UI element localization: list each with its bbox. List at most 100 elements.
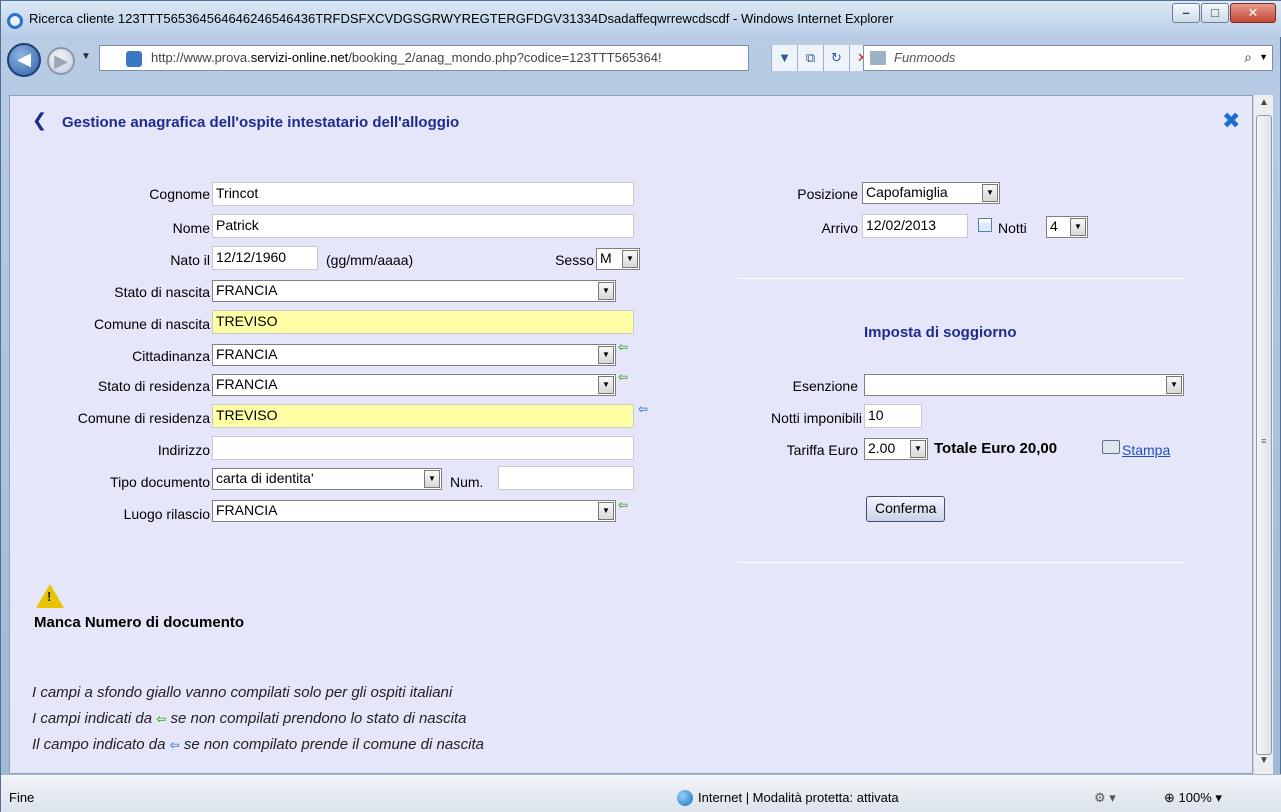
forward-button[interactable]: ▶ xyxy=(47,47,75,75)
close-button[interactable]: ✕ xyxy=(1230,3,1276,23)
status-bar: Fine Internet | Modalità protetta: attiv… xyxy=(1,774,1281,812)
cognome-label: Cognome xyxy=(149,186,210,202)
divider xyxy=(738,278,1186,279)
note-green-suffix: se non compilati prendono lo stato di na… xyxy=(170,710,467,727)
conferma-button[interactable]: Conferma xyxy=(866,496,946,522)
nato-il-label: Nato il xyxy=(170,252,210,268)
ie-logo-icon xyxy=(7,13,23,29)
zoom-value: 100% xyxy=(1178,790,1212,805)
blue-arrow-icon: ⇦ xyxy=(638,402,649,416)
chevron-down-icon: ▼ xyxy=(424,470,440,488)
vertical-scrollbar[interactable]: ▲ ≡ ▼ xyxy=(1253,95,1273,774)
date-format-hint: (gg/mm/aaaa) xyxy=(326,252,414,268)
stato-residenza-label: Stato di residenza xyxy=(97,378,210,394)
chevron-down-icon: ▼ xyxy=(982,184,998,202)
tipo-documento-value: carta di identita' xyxy=(216,470,314,486)
stato-nascita-select[interactable]: FRANCIA ▼ xyxy=(212,280,616,302)
scroll-up-icon[interactable]: ▲ xyxy=(1254,97,1274,115)
protected-mode-icon[interactable]: ⚙ ▾ xyxy=(1094,790,1116,806)
title-bar: Ricerca cliente 123TTT565364564646246546… xyxy=(1,1,1281,37)
search-box[interactable]: Funmoods ⌕ ▼ xyxy=(863,45,1273,71)
internet-globe-icon xyxy=(677,790,693,806)
stato-residenza-value: FRANCIA xyxy=(216,376,278,392)
tariffa-label: Tariffa Euro xyxy=(786,442,858,458)
nato-il-input[interactable]: 12/12/1960 xyxy=(212,246,318,270)
security-zone[interactable]: Internet | Modalità protetta: attivata xyxy=(698,790,899,805)
arrivo-input[interactable]: 12/02/2013 xyxy=(862,214,968,238)
maximize-button[interactable]: □ xyxy=(1201,3,1229,23)
nome-input[interactable]: Patrick xyxy=(212,214,634,238)
printer-icon[interactable] xyxy=(1102,440,1120,454)
browser-window: Ricerca cliente 123TTT565364564646246546… xyxy=(0,0,1281,812)
url-prefix: http://www.prova. xyxy=(151,50,251,65)
note-green-prefix: I campi indicati da xyxy=(32,710,153,727)
totale-text: Totale Euro 20,00 xyxy=(934,440,1058,457)
navigation-bar: ◀ ▶ ▼ http://www.prova.servizi-online.ne… xyxy=(1,37,1281,95)
calendar-icon[interactable] xyxy=(978,218,992,232)
page-content: ❮ Gestione anagrafica dell'ospite intest… xyxy=(9,95,1253,774)
compatibility-view-icon[interactable]: ⧉ xyxy=(797,45,823,71)
zoom-level[interactable]: ⊕ 100% ▾ xyxy=(1164,790,1222,806)
tariffa-select[interactable]: 2.00 ▼ xyxy=(864,438,928,460)
green-arrow-icon: ⇦ xyxy=(618,340,629,354)
note-blue-prefix: Il campo indicato da xyxy=(32,736,166,753)
comune-residenza-label: Comune di residenza xyxy=(77,410,210,426)
scroll-thumb[interactable]: ≡ xyxy=(1256,115,1272,755)
notti-select[interactable]: 4 ▼ xyxy=(1046,216,1088,238)
tipo-documento-select[interactable]: carta di identita' ▼ xyxy=(212,468,442,490)
note-yellow-fields: I campi a sfondo giallo vanno compilati … xyxy=(32,684,453,701)
back-button[interactable]: ◀ xyxy=(7,43,41,77)
divider xyxy=(738,562,1186,563)
luogo-rilascio-value: FRANCIA xyxy=(216,502,278,518)
posizione-select[interactable]: Capofamiglia ▼ xyxy=(862,182,1000,204)
stato-residenza-select[interactable]: FRANCIA ▼ xyxy=(212,374,616,396)
luogo-rilascio-label: Luogo rilascio xyxy=(123,506,210,522)
stampa-link[interactable]: Stampa xyxy=(1122,442,1170,458)
notti-imponibili-label: Notti imponibili xyxy=(770,410,862,426)
close-page-icon[interactable]: ✖ xyxy=(1222,108,1240,134)
maximize-icon: □ xyxy=(1211,5,1219,20)
posizione-value: Capofamiglia xyxy=(866,184,948,200)
back-chevron-icon[interactable]: ❮ xyxy=(32,110,47,131)
comune-nascita-input[interactable]: TREVISO xyxy=(212,310,634,334)
note-blue-suffix: se non compilato prende il comune di nas… xyxy=(183,736,485,753)
sesso-select[interactable]: M ▼ xyxy=(596,248,640,270)
notti-value: 4 xyxy=(1050,218,1058,234)
scroll-down-icon[interactable]: ▼ xyxy=(1254,755,1274,773)
warning-message: Manca Numero di documento xyxy=(34,614,245,631)
refresh-icon[interactable]: ↻ xyxy=(823,45,849,71)
page-title: Gestione anagrafica dell'ospite intestat… xyxy=(62,114,460,131)
window-title: Ricerca cliente 123TTT565364564646246546… xyxy=(29,11,894,26)
address-url[interactable]: http://www.prova.servizi-online.net/book… xyxy=(151,50,771,65)
url-domain: servizi-online.net xyxy=(250,50,349,65)
num-input[interactable] xyxy=(498,466,634,490)
warning-mark: ! xyxy=(47,589,52,604)
blue-arrow-icon: ⇦ xyxy=(169,738,180,752)
luogo-rilascio-select[interactable]: FRANCIA ▼ xyxy=(212,500,616,522)
cittadinanza-select[interactable]: FRANCIA ▼ xyxy=(212,344,616,366)
note-green-arrow: I campi indicati da ⇦ se non compilati p… xyxy=(32,710,466,727)
search-provider-icon xyxy=(870,51,886,65)
search-icon[interactable]: ⌕ xyxy=(1244,49,1252,66)
chevron-down-icon: ▼ xyxy=(910,440,926,458)
cittadinanza-value: FRANCIA xyxy=(216,346,278,362)
green-arrow-icon: ⇦ xyxy=(156,712,167,726)
esenzione-select[interactable]: ▼ xyxy=(864,374,1184,396)
indirizzo-label: Indirizzo xyxy=(157,442,210,458)
search-dropdown-icon[interactable]: ▼ xyxy=(1259,52,1268,62)
tipo-documento-label: Tipo documento xyxy=(110,474,210,490)
address-dropdown-icon[interactable]: ▼ xyxy=(771,45,797,71)
chevron-down-icon: ▼ xyxy=(598,376,614,394)
cognome-input[interactable]: Trincot xyxy=(212,182,634,206)
notti-imponibili-input[interactable]: 10 xyxy=(864,404,922,428)
indirizzo-input[interactable] xyxy=(212,436,634,460)
minimize-button[interactable]: – xyxy=(1172,3,1200,23)
green-arrow-icon: ⇦ xyxy=(618,498,629,512)
sesso-label: Sesso xyxy=(555,252,594,268)
chevron-down-icon: ▼ xyxy=(598,346,614,364)
history-dropdown-icon[interactable]: ▼ xyxy=(81,51,91,62)
note-blue-arrow: Il campo indicato da ⇦ se non compilato … xyxy=(32,736,484,753)
status-text: Fine xyxy=(9,790,35,805)
comune-residenza-input[interactable]: TREVISO xyxy=(212,404,634,428)
sesso-value: M xyxy=(600,250,612,266)
